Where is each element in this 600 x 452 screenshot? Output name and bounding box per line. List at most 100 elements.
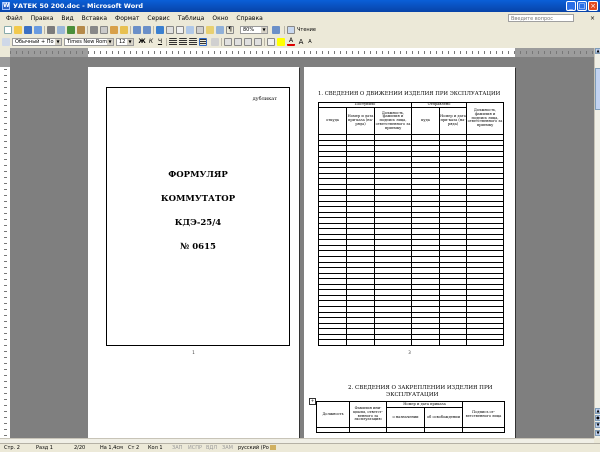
undo-icon[interactable] — [133, 26, 141, 34]
scroll-down-icon[interactable]: ▼ — [595, 430, 600, 436]
drawing-icon[interactable] — [206, 26, 214, 34]
border-icon[interactable] — [267, 38, 275, 46]
font-size-select[interactable]: 12 ▼ — [116, 38, 134, 46]
menu-tools[interactable]: Сервис — [147, 15, 169, 22]
justify-icon[interactable] — [199, 38, 207, 46]
menu-view[interactable]: Вид — [61, 15, 73, 22]
table-cell[interactable] — [438, 339, 468, 346]
page-title-sheet[interactable]: дубликат ФОРМУЛЯР КОММУТАТОР КДЭ-25/4 № … — [88, 67, 299, 371]
table-cell[interactable] — [462, 427, 506, 433]
redo-icon[interactable] — [143, 26, 151, 34]
zoom-select[interactable]: 80% ▼ — [240, 26, 268, 34]
table-cell[interactable] — [411, 339, 440, 346]
status-line: Ст 2 — [128, 445, 140, 451]
insert-table-icon[interactable] — [176, 26, 184, 34]
table-cell[interactable] — [318, 339, 347, 346]
column-header: Должность, фамилия и подпись лица, ответ… — [374, 107, 412, 135]
table-row[interactable] — [318, 339, 505, 346]
highlight-icon[interactable] — [277, 38, 285, 46]
increase-indent-icon[interactable] — [254, 38, 262, 46]
bold-icon[interactable]: Ж — [138, 38, 146, 46]
open-folder-icon[interactable] — [14, 26, 22, 34]
columns-icon[interactable] — [196, 26, 204, 34]
menu-file[interactable]: Файл — [6, 15, 23, 22]
minimize-button[interactable]: _ — [566, 1, 576, 11]
browse-object-icon[interactable]: ● — [595, 415, 600, 421]
scroll-up-icon[interactable]: ▲ — [595, 48, 600, 54]
maximize-button[interactable]: □ — [577, 1, 587, 11]
next-page-icon[interactable]: ▼ — [595, 422, 600, 428]
menu-table[interactable]: Таблица — [178, 15, 205, 22]
table-cell[interactable] — [466, 339, 505, 346]
menu-insert[interactable]: Вставка — [82, 15, 107, 22]
document-map-icon[interactable] — [216, 26, 224, 34]
new-document-icon[interactable] — [4, 26, 12, 34]
menu-edit[interactable]: Правка — [31, 15, 54, 22]
bullets-icon[interactable] — [234, 38, 242, 46]
research-icon[interactable] — [77, 26, 85, 34]
status-position: На 1,4см — [100, 445, 123, 451]
movement-table[interactable]: Поступило Отправлено Должность, фамилия … — [318, 102, 505, 346]
help-icon[interactable] — [272, 26, 280, 34]
menu-window[interactable]: Окно — [212, 15, 228, 22]
read-mode-button[interactable]: Чтение — [297, 27, 316, 33]
insert-excel-icon[interactable] — [186, 26, 194, 34]
page-number: 1 — [192, 350, 195, 355]
show-hide-icon[interactable]: ¶ — [226, 26, 234, 34]
align-left-icon[interactable] — [169, 38, 177, 46]
table-cell[interactable] — [386, 427, 425, 433]
italic-icon[interactable]: К — [147, 38, 155, 46]
underline-icon[interactable]: Ч — [156, 38, 164, 46]
styles-pane-icon[interactable] — [2, 38, 10, 46]
status-record[interactable]: ЗАП — [172, 445, 182, 451]
cut-icon[interactable] — [90, 26, 98, 34]
status-column: Кол 1 — [148, 445, 163, 451]
vertical-scrollbar[interactable]: ▲ ▲ ● ▼ ▼ — [594, 48, 600, 438]
status-extend[interactable]: ВДЛ — [206, 445, 217, 451]
page-assignment-log[interactable]: + 2. СВЕДЕНИЯ О ЗАКРЕПЛЕНИИ ИЗДЕЛИЯ ПРИ … — [304, 371, 515, 438]
table-cell[interactable] — [316, 427, 350, 433]
table-cell[interactable] — [346, 339, 375, 346]
menu-format[interactable]: Формат — [115, 15, 139, 22]
document-close-icon[interactable]: × — [590, 15, 595, 22]
numbering-icon[interactable] — [224, 38, 232, 46]
page-movement-log[interactable]: 1. СВЕДЕНИЯ О ДВИЖЕНИИ ИЗДЕЛИЯ ПРИ ЭКСПЛ… — [304, 67, 515, 371]
save-icon[interactable] — [24, 26, 32, 34]
word-app-icon[interactable]: W — [2, 2, 10, 10]
table-cell[interactable] — [374, 339, 412, 346]
assignment-table[interactable]: Должность Фамилия ини-циалы, ответст-вен… — [316, 401, 506, 433]
font-select[interactable]: Times New Roman ▼ — [64, 38, 114, 46]
page-blank[interactable] — [88, 371, 299, 438]
scroll-thumb[interactable] — [595, 68, 600, 110]
help-question-input[interactable]: Введите вопрос — [508, 14, 574, 22]
style-select[interactable]: Обычный + По ▼ — [12, 38, 62, 46]
print-preview-icon[interactable] — [57, 26, 65, 34]
shrink-font-icon[interactable]: A — [306, 38, 314, 46]
paste-icon[interactable] — [110, 26, 118, 34]
align-center-icon[interactable] — [179, 38, 187, 46]
hyperlink-icon[interactable] — [156, 26, 164, 34]
line-spacing-icon[interactable] — [211, 38, 219, 46]
grow-font-icon[interactable]: A — [297, 38, 305, 46]
format-painter-icon[interactable] — [120, 26, 128, 34]
copy-icon[interactable] — [100, 26, 108, 34]
read-mode-icon[interactable] — [287, 26, 295, 34]
font-color-icon[interactable]: A — [287, 38, 295, 46]
table-move-handle-icon[interactable]: + — [309, 398, 316, 405]
tables-borders-icon[interactable] — [166, 26, 174, 34]
permission-icon[interactable] — [34, 26, 42, 34]
table-cell[interactable] — [423, 427, 464, 433]
status-overtype[interactable]: ЗАМ — [222, 445, 233, 451]
menu-help[interactable]: Справка — [236, 15, 262, 22]
align-right-icon[interactable] — [189, 38, 197, 46]
page-frame: дубликат ФОРМУЛЯР КОММУТАТОР КДЭ-25/4 № … — [106, 87, 290, 346]
status-track-changes[interactable]: ИСПР — [188, 445, 202, 451]
print-icon[interactable] — [47, 26, 55, 34]
spelling-status-icon[interactable] — [270, 445, 276, 450]
document-canvas[interactable]: дубликат ФОРМУЛЯР КОММУТАТОР КДЭ-25/4 № … — [10, 57, 594, 438]
close-button[interactable]: × — [588, 1, 598, 11]
spelling-icon[interactable] — [67, 26, 75, 34]
previous-page-icon[interactable]: ▲ — [595, 408, 600, 414]
decrease-indent-icon[interactable] — [244, 38, 252, 46]
table-cell[interactable] — [349, 427, 387, 433]
